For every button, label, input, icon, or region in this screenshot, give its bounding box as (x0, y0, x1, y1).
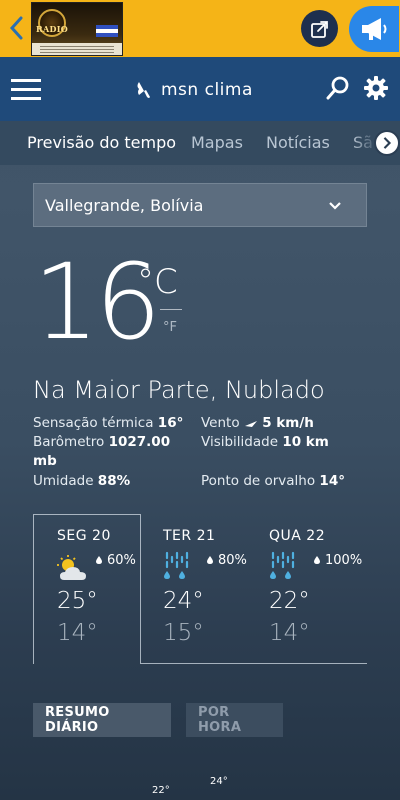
condition-text: Na Maior Parte, Nublado (33, 376, 325, 404)
partly-cloudy-sun-icon (57, 555, 86, 580)
unit-fahrenheit[interactable]: °F (163, 320, 177, 335)
forecast-precip: 80% (207, 553, 247, 568)
tab-forecast[interactable]: Previsão do tempo (27, 133, 176, 152)
hamburger-icon[interactable] (11, 79, 41, 101)
barometer-unit: mb (33, 453, 57, 469)
tab-maps[interactable]: Mapas (191, 133, 243, 152)
share-button[interactable] (301, 10, 338, 47)
forecast-high: 24° (163, 588, 204, 614)
forecast-precip: 60% (96, 553, 136, 568)
megaphone-icon (362, 18, 387, 40)
forecast-low: 14° (269, 620, 310, 646)
ad-strip (32, 43, 122, 55)
location-dropdown[interactable]: Vallegrande, Bolívia (33, 183, 367, 227)
forecast-day-name: SEG 20 (57, 528, 111, 544)
forecast-low: 14° (57, 620, 98, 646)
raindrop-icon (96, 556, 102, 564)
hourly-button[interactable]: POR HORA (186, 703, 283, 737)
gear-icon[interactable] (363, 75, 389, 101)
location-text: Vallegrande, Bolívia (45, 195, 204, 215)
tab-bar: Previsão do tempo Mapas Notícias Sã (0, 121, 400, 165)
forecast-low: 15° (163, 620, 204, 646)
chevron-down-icon (329, 202, 341, 210)
forecast-precip: 100% (314, 553, 362, 568)
daily-summary-button[interactable]: RESUMO DIÁRIO (33, 703, 171, 737)
top-bar: RADIO (0, 0, 400, 57)
chevron-left-icon[interactable] (8, 14, 26, 42)
wind: Vento 5 km/h (201, 415, 314, 431)
visibility: Visibilidade 10 km (201, 434, 329, 450)
raindrop-icon (207, 556, 213, 564)
chevron-right-icon[interactable] (374, 130, 400, 156)
share-icon (310, 20, 328, 38)
flag-icon (96, 25, 118, 37)
raindrop-icon (314, 556, 320, 564)
speaker-button[interactable] (349, 6, 399, 52)
barometer: Barômetro 1027.00 (33, 434, 171, 450)
rain-icon (270, 551, 295, 579)
feels-like: Sensação térmica 16° (33, 415, 184, 431)
forecast-day-name[interactable]: QUA 22 (269, 528, 325, 544)
forecast-high: 22° (269, 588, 310, 614)
humidity: Umidade 88% (33, 473, 131, 489)
hourly-temp-label: 24° (210, 776, 228, 787)
search-icon[interactable] (326, 76, 350, 100)
radio-banner-ad[interactable]: RADIO (31, 2, 123, 56)
brand-logo: msn clima (135, 79, 253, 101)
wind-direction-icon (244, 421, 257, 427)
app-header: msn clima (0, 57, 400, 121)
butterfly-icon (137, 82, 150, 98)
tab-news[interactable]: Notícias (266, 133, 330, 152)
dewpoint: Ponto de orvalho 14° (201, 473, 345, 489)
unit-celsius[interactable]: °C (137, 262, 178, 302)
brand-text: msn clima (161, 80, 253, 100)
forecast-day-name[interactable]: TER 21 (163, 528, 215, 544)
rain-icon (164, 551, 189, 579)
forecast-high: 25° (57, 588, 98, 614)
hourly-temp-label: 22° (152, 785, 170, 796)
ad-text: RADIO (36, 24, 69, 34)
